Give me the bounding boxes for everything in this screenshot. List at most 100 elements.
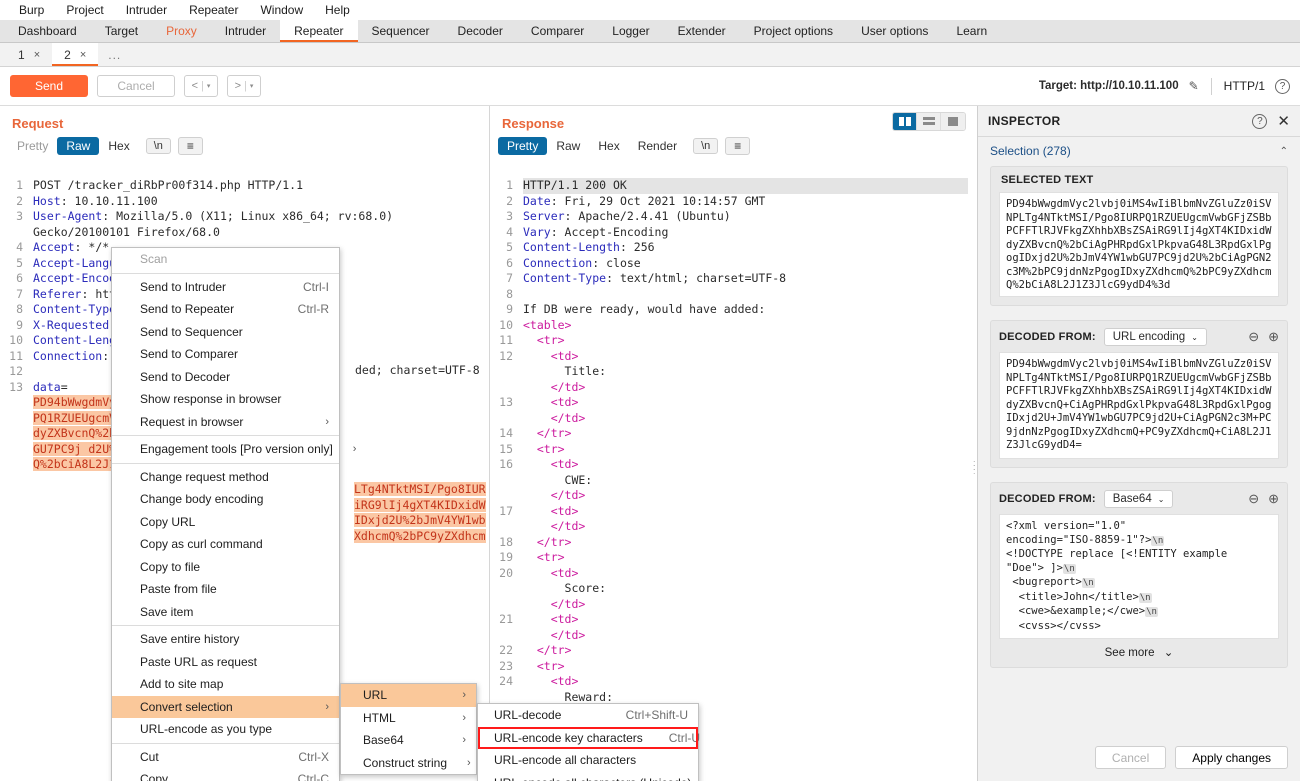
menu-item-request-in-browser[interactable]: Request in browser ›	[112, 411, 339, 434]
remove-decoder-icon[interactable]: ⊖	[1248, 329, 1259, 345]
decoded-base64-value[interactable]: <?xml version="1.0" encoding="ISO-8859-1"…	[999, 514, 1279, 639]
response-menu-icon[interactable]: ≡	[725, 137, 751, 155]
tab-extender[interactable]: Extender	[664, 20, 740, 42]
menu-item-scan[interactable]: Scan	[112, 248, 339, 271]
menu-item-send-to-decoder[interactable]: Send to Decoder	[112, 366, 339, 389]
menu-item-url-encode-key-characters[interactable]: URL-encode key characters Ctrl-U	[478, 726, 700, 749]
close-icon[interactable]: ×	[80, 49, 86, 61]
single-pane-icon[interactable]	[941, 113, 965, 130]
history-forward-button[interactable]: > | ▾	[227, 75, 261, 97]
menu-item-url-encode-all-characters[interactable]: URL-encode all characters	[478, 749, 698, 772]
menu-item-url-encode-all-characters-unicode[interactable]: URL-encode all characters (Unicode)	[478, 772, 698, 781]
menu-item-copy-to-file[interactable]: Copy to file	[112, 556, 339, 579]
menu-item-engagement-tools-pro-version-only[interactable]: Engagement tools [Pro version only] ›	[112, 438, 356, 461]
repeater-tab-1[interactable]: 1 ×	[6, 43, 52, 66]
menu-item-repeater[interactable]: Repeater	[178, 0, 249, 20]
menu-item-cut[interactable]: Cut Ctrl-X	[112, 746, 339, 769]
see-more-label: See more	[1104, 647, 1155, 659]
tab-user-options[interactable]: User options	[847, 20, 942, 42]
menu-item-paste-url-as-request[interactable]: Paste URL as request	[112, 651, 339, 674]
tab-comparer[interactable]: Comparer	[517, 20, 598, 42]
menu-item-send-to-repeater[interactable]: Send to Repeater Ctrl-R	[112, 298, 339, 321]
menu-item-send-to-comparer[interactable]: Send to Comparer	[112, 343, 339, 366]
menu-item-html[interactable]: HTML ›	[341, 707, 476, 730]
inspector-cancel-button[interactable]: Cancel	[1094, 746, 1167, 769]
request-context-menu[interactable]: Scan Send to Intruder Ctrl-I Send to Repeat…	[111, 247, 356, 781]
selected-text-value[interactable]: PD94bWwgdmVyc2lvbj0iMS4wIiBlbmNvZGluZz0i…	[999, 192, 1279, 297]
menu-item-burp[interactable]: Burp	[8, 0, 55, 20]
layout-toggle-group[interactable]	[892, 112, 966, 131]
see-more-toggle[interactable]: See more ⌄	[999, 639, 1279, 659]
menu-item-copy[interactable]: Copy Ctrl-C	[112, 768, 339, 781]
send-button[interactable]: Send	[10, 75, 88, 97]
menu-item-change-request-method[interactable]: Change request method	[112, 466, 339, 489]
menu-item-help[interactable]: Help	[314, 0, 361, 20]
pencil-icon[interactable]: ✎	[1189, 79, 1199, 93]
menu-item-base64[interactable]: Base64 ›	[341, 729, 476, 752]
history-back-button[interactable]: < | ▾	[184, 75, 218, 97]
chevron-right-icon: >	[234, 80, 242, 92]
response-editor[interactable]: 1 2 3 4 5 6 7 8 9 10 11 12 13 14 15 16 17 18 19 20 21 22 23 24 …	[490, 178, 977, 781]
menu-item-save-item[interactable]: Save item	[112, 601, 339, 624]
response-content[interactable]: HTTP/1.1 200 OK Date: Fri, 29 Oct 2021 10…	[523, 178, 977, 781]
tab-repeater[interactable]: Repeater	[280, 20, 358, 42]
tab-proxy[interactable]: Proxy	[152, 20, 211, 42]
tab-target[interactable]: Target	[91, 20, 152, 42]
tab-dashboard[interactable]: Dashboard	[4, 20, 91, 42]
menu-item-project[interactable]: Project	[55, 0, 114, 20]
request-menu-icon[interactable]: ≡	[177, 137, 203, 155]
tab-project-options[interactable]: Project options	[740, 20, 847, 42]
add-decoder-icon[interactable]: ⊕	[1268, 491, 1279, 507]
decoder-type-select[interactable]: Base64 ⌄	[1103, 490, 1174, 508]
menu-item-construct-string[interactable]: Construct string ›	[341, 752, 476, 775]
request-newline-toggle[interactable]: \n	[145, 138, 171, 154]
convert-selection-submenu[interactable]: URL › HTML › Base64 › Construct string ›	[340, 683, 477, 775]
menu-item-convert-selection[interactable]: Convert selection ›	[112, 695, 339, 718]
chevron-up-icon[interactable]: ⌃	[1280, 146, 1288, 157]
menu-item-send-to-sequencer[interactable]: Send to Sequencer	[112, 321, 339, 344]
menu-item-paste-from-file[interactable]: Paste from file	[112, 578, 339, 601]
tab-decoder[interactable]: Decoder	[444, 20, 517, 42]
menu-item-intruder[interactable]: Intruder	[115, 0, 178, 20]
menu-item-change-body-encoding[interactable]: Change body encoding	[112, 488, 339, 511]
add-decoder-icon[interactable]: ⊕	[1268, 329, 1279, 345]
menu-item-window[interactable]: Window	[249, 0, 314, 20]
request-view-raw[interactable]: Raw	[57, 137, 100, 155]
menu-item-url-encode-as-you-type[interactable]: URL-encode as you type	[112, 718, 339, 741]
inspector-selection-section-header[interactable]: Selection (278) ⌃	[978, 137, 1300, 164]
url-convert-submenu[interactable]: URL-decode Ctrl+Shift-U URL-encode key cha…	[477, 703, 700, 781]
request-view-hex[interactable]: Hex	[99, 137, 138, 155]
response-view-render[interactable]: Render	[629, 137, 686, 155]
decoded-url-value[interactable]: PD94bWwgdmVyc2lvbj0iMS4wIiBlbmNvZGluZz0i…	[999, 352, 1279, 459]
inspector-apply-changes-button[interactable]: Apply changes	[1175, 746, 1288, 769]
cancel-button[interactable]: Cancel	[97, 75, 175, 97]
response-view-pretty[interactable]: Pretty	[498, 137, 548, 155]
close-icon[interactable]: ✕	[1277, 112, 1290, 130]
menu-item-copy-url[interactable]: Copy URL	[112, 511, 339, 534]
tab-sequencer[interactable]: Sequencer	[358, 20, 444, 42]
tab-intruder[interactable]: Intruder	[211, 20, 280, 42]
split-horizontal-icon[interactable]	[917, 113, 941, 130]
menu-item-add-to-site-map[interactable]: Add to site map	[112, 673, 339, 696]
menu-item-save-entire-history[interactable]: Save entire history	[112, 628, 339, 651]
repeater-tab-more[interactable]: ...	[98, 43, 131, 66]
tab-learn[interactable]: Learn	[942, 20, 1001, 42]
repeater-tab-2[interactable]: 2 ×	[52, 43, 99, 66]
remove-decoder-icon[interactable]: ⊖	[1248, 491, 1259, 507]
menu-item-show-response-in-browser[interactable]: Show response in browser	[112, 388, 339, 411]
request-view-pretty[interactable]: Pretty	[8, 137, 57, 155]
split-vertical-icon[interactable]	[893, 113, 917, 130]
help-icon[interactable]: ?	[1252, 113, 1268, 129]
help-icon[interactable]: ?	[1275, 78, 1290, 94]
close-icon[interactable]: ×	[34, 49, 40, 61]
menu-item-send-to-intruder[interactable]: Send to Intruder Ctrl-I	[112, 276, 339, 299]
tab-logger[interactable]: Logger	[598, 20, 663, 42]
response-view-hex[interactable]: Hex	[589, 137, 628, 155]
decoded-url-header: DECODED FROM: URL encoding ⌄ ⊖ ⊕	[999, 328, 1279, 346]
response-newline-toggle[interactable]: \n	[693, 138, 719, 154]
response-view-raw[interactable]: Raw	[547, 137, 589, 155]
menu-item-url[interactable]: URL ›	[341, 684, 476, 707]
menu-item-url-decode[interactable]: URL-decode Ctrl+Shift-U	[478, 704, 698, 727]
menu-item-copy-as-curl-command[interactable]: Copy as curl command	[112, 533, 339, 556]
decoder-type-select[interactable]: URL encoding ⌄	[1103, 328, 1207, 346]
